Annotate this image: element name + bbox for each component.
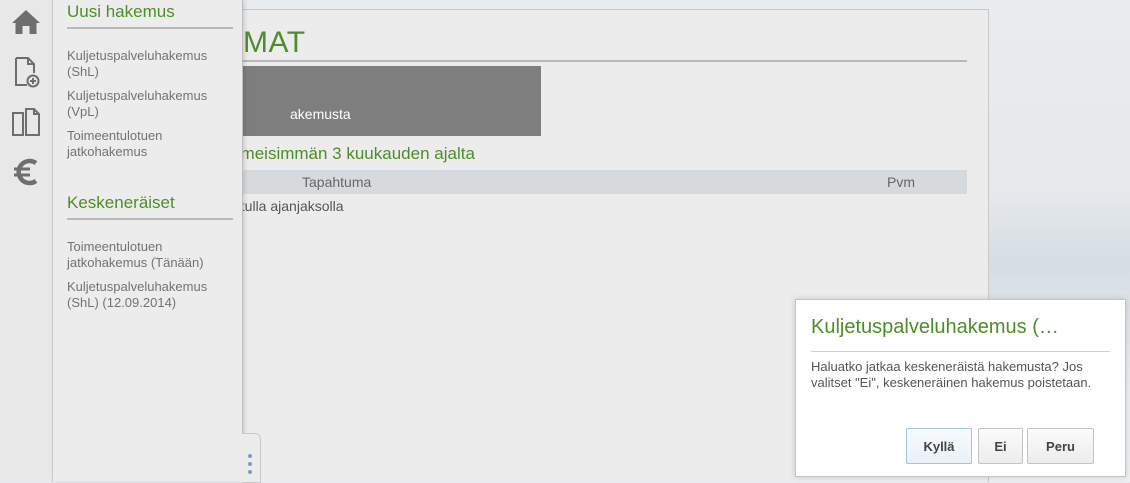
flyout-menu: Uusi hakemus Kuljetuspalveluhakemus (ShL…: [53, 0, 243, 481]
documents-icon[interactable]: [10, 106, 42, 138]
icon-sidebar: [0, 0, 53, 481]
flyout-toggle-handle[interactable]: [242, 433, 261, 483]
draft-link-toimeentulotuki[interactable]: Toimeentulotuen jatkohakemus (Tänään): [67, 239, 235, 271]
new-document-icon[interactable]: [10, 56, 42, 88]
home-icon[interactable]: [10, 6, 42, 38]
events-empty-message: etulla ajanjaksolla: [233, 198, 344, 214]
continue-application-tile[interactable]: akemusta: [233, 66, 541, 136]
events-heading: iimeisimmän 3 kuukauden ajalta: [233, 144, 475, 163]
draft-link-shl[interactable]: Kuljetuspalveluhakemus (ShL) (12.09.2014…: [67, 279, 235, 311]
handle-dot: [248, 470, 252, 474]
dialog-divider: [811, 351, 1110, 352]
dialog-title: Kuljetuspalveluhakemus (…: [811, 316, 1059, 338]
continue-draft-dialog: Kuljetuspalveluhakemus (… Haluatko jatka…: [795, 299, 1126, 477]
column-header-event: Tapahtuma: [302, 174, 372, 190]
euro-icon[interactable]: [10, 156, 42, 188]
flyout-link-shl[interactable]: Kuljetuspalveluhakemus (ShL): [67, 48, 235, 80]
flyout-link-toimeentulotuki[interactable]: Toimeentulotuen jatkohakemus: [67, 128, 235, 160]
tile-text: akemusta: [290, 106, 351, 122]
title-divider: [233, 60, 967, 62]
cancel-button[interactable]: Peru: [1027, 428, 1094, 464]
yes-button[interactable]: Kyllä: [906, 428, 972, 464]
in-progress-heading: Keskeneräiset: [67, 193, 233, 220]
flyout-link-vpl[interactable]: Kuljetuspalveluhakemus (VpL): [67, 88, 235, 120]
handle-dot: [248, 462, 252, 466]
no-button[interactable]: Ei: [978, 428, 1023, 464]
events-table-header: Tapahtuma Pvm: [233, 170, 967, 194]
handle-dot: [248, 454, 252, 458]
new-application-heading: Uusi hakemus: [67, 2, 233, 29]
column-header-date: Pvm: [887, 174, 915, 190]
dialog-message: Haluatko jatkaa keskeneräistä hakemusta?…: [811, 359, 1092, 390]
page-title: MAT: [243, 26, 306, 59]
